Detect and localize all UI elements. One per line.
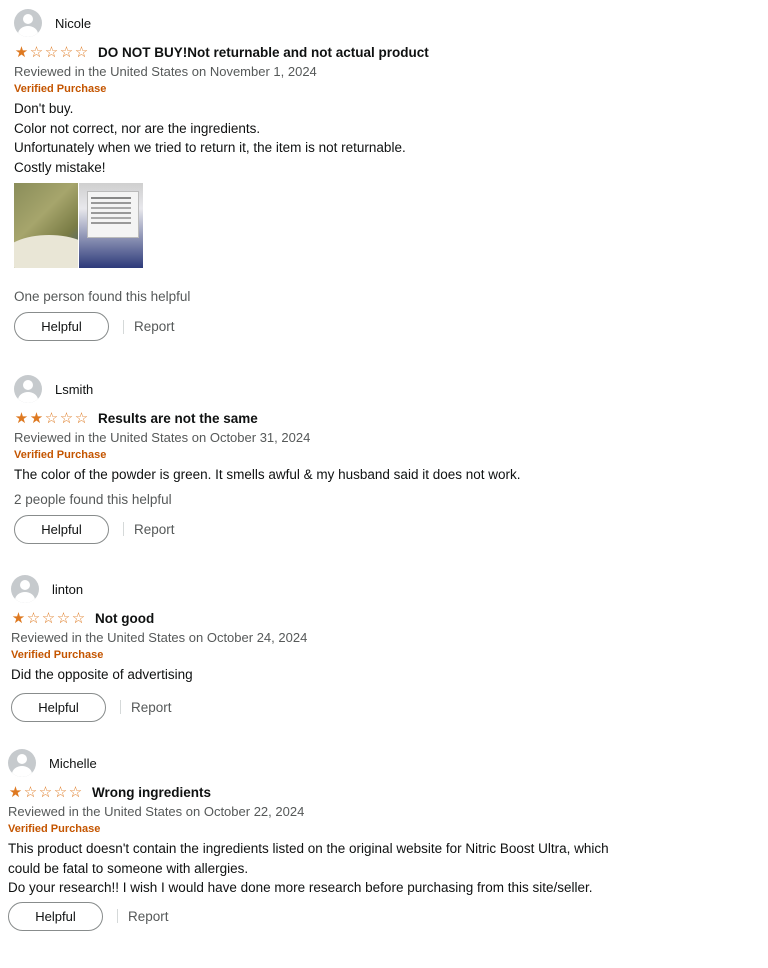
review-date: Reviewed in the United States on October…	[8, 804, 305, 819]
star-rating: ★ ☆ ☆ ☆ ☆	[11, 611, 86, 626]
review-title-row[interactable]: ★ ☆ ☆ ☆ ☆ Not good	[11, 609, 731, 627]
review-actions: Helpful Report	[11, 692, 731, 722]
reviewer-name: Michelle	[49, 755, 97, 771]
review-actions: Helpful Report	[8, 901, 728, 931]
star-empty-icon: ☆	[68, 783, 83, 801]
review-title[interactable]: DO NOT BUY!Not returnable and not actual…	[98, 45, 429, 60]
avatar	[11, 575, 39, 603]
star-empty-icon: ☆	[74, 409, 89, 427]
review-card: linton ★ ☆ ☆ ☆ ☆ Not good Reviewed in the Un…	[11, 574, 731, 722]
review-card: Michelle ★ ☆ ☆ ☆ ☆ Wrong ingredients Reviewe…	[8, 748, 728, 931]
divider	[123, 319, 124, 334]
helpful-button[interactable]: Helpful	[8, 901, 103, 931]
review-card: Nicole ★ ☆ ☆ ☆ ☆ DO NOT BUY!Not returnable a…	[14, 8, 734, 341]
review-title-row[interactable]: ★ ☆ ☆ ☆ ☆ DO NOT BUY!Not returnable and not …	[14, 43, 734, 61]
star-empty-icon: ☆	[71, 609, 86, 627]
review-body-line: This product doesn't contain the ingredi…	[8, 841, 609, 856]
star-empty-icon: ☆	[29, 43, 44, 61]
reviewer-name: linton	[52, 581, 84, 597]
review-title[interactable]: Wrong ingredients	[92, 785, 211, 800]
reviewer-name: Lsmith	[55, 381, 94, 397]
verified-badge[interactable]: Verified Purchase	[8, 823, 728, 835]
helpful-count: 2 people found this helpful	[14, 491, 172, 507]
star-empty-icon: ☆	[26, 609, 41, 627]
reviewer-profile[interactable]: linton	[11, 574, 731, 604]
star-filled-icon: ★	[14, 409, 29, 427]
star-filled-icon: ★	[29, 409, 44, 427]
review-body: The color of the powder is green. It sme…	[14, 465, 734, 485]
verified-badge[interactable]: Verified Purchase	[14, 83, 734, 95]
review-title[interactable]: Results are not the same	[98, 411, 258, 426]
review-actions: Helpful Report	[14, 312, 734, 341]
review-body-line: could be fatal to someone with allergies…	[8, 860, 249, 876]
star-empty-icon: ☆	[38, 783, 53, 801]
star-empty-icon: ☆	[53, 783, 68, 801]
review-body-line: The color of the powder is green. It sme…	[14, 467, 521, 482]
star-empty-icon: ☆	[59, 43, 74, 61]
star-rating: ★ ☆ ☆ ☆ ☆	[8, 785, 83, 800]
review-body-line: Did the opposite of advertising	[11, 667, 193, 682]
review-body-line: Costly mistake!	[14, 159, 106, 175]
star-empty-icon: ☆	[56, 609, 71, 627]
star-empty-icon: ☆	[41, 609, 56, 627]
verified-badge[interactable]: Verified Purchase	[14, 449, 734, 461]
review-title-row[interactable]: ★ ☆ ☆ ☆ ☆ Wrong ingredients	[8, 783, 728, 801]
star-empty-icon: ☆	[74, 43, 89, 61]
review-actions: Helpful Report	[14, 514, 734, 544]
reviewer-profile[interactable]: Michelle	[8, 748, 728, 778]
avatar	[14, 9, 42, 37]
divider	[117, 909, 118, 923]
review-body: Don't buy. Color not correct, nor are th…	[14, 99, 734, 177]
review-card: Lsmith ★ ★ ☆ ☆ ☆ Results are not the same Re…	[14, 374, 734, 544]
review-image-thumbnail[interactable]	[79, 183, 143, 268]
star-filled-icon: ★	[14, 43, 29, 61]
star-rating: ★ ☆ ☆ ☆ ☆	[14, 45, 89, 60]
divider	[120, 700, 121, 714]
star-filled-icon: ★	[11, 609, 26, 627]
divider	[123, 522, 124, 536]
report-link[interactable]: Report	[131, 700, 172, 715]
review-date: Reviewed in the United States on Novembe…	[14, 64, 317, 79]
avatar	[8, 749, 36, 777]
review-title-row[interactable]: ★ ★ ☆ ☆ ☆ Results are not the same	[14, 409, 734, 427]
star-empty-icon: ☆	[44, 409, 59, 427]
helpful-button[interactable]: Helpful	[14, 514, 109, 544]
review-image-thumbnail[interactable]	[14, 183, 78, 268]
review-date: Reviewed in the United States on October…	[14, 430, 311, 445]
star-filled-icon: ★	[8, 783, 23, 801]
review-body-line: Color not correct, nor are the ingredien…	[14, 120, 261, 136]
report-link[interactable]: Report	[128, 909, 169, 924]
review-images	[14, 183, 734, 268]
review-body-line: Do your research!! I wish I would have d…	[8, 880, 593, 895]
reviewer-profile[interactable]: Nicole	[14, 8, 734, 38]
star-empty-icon: ☆	[23, 783, 38, 801]
review-title[interactable]: Not good	[95, 611, 154, 626]
helpful-count: One person found this helpful	[14, 289, 191, 304]
review-body: This product doesn't contain the ingredi…	[8, 839, 728, 898]
verified-badge[interactable]: Verified Purchase	[11, 649, 731, 661]
report-link[interactable]: Report	[134, 319, 175, 334]
review-body: Did the opposite of advertising	[11, 665, 731, 685]
review-body-line: Unfortunately when we tried to return it…	[14, 140, 406, 155]
review-date: Reviewed in the United States on October…	[11, 630, 308, 645]
star-empty-icon: ☆	[44, 43, 59, 61]
reviewer-name: Nicole	[55, 15, 92, 31]
star-rating: ★ ★ ☆ ☆ ☆	[14, 411, 89, 426]
avatar	[14, 375, 42, 403]
helpful-button[interactable]: Helpful	[11, 692, 106, 722]
helpful-button[interactable]: Helpful	[14, 312, 109, 341]
star-empty-icon: ☆	[59, 409, 74, 427]
reviewer-profile[interactable]: Lsmith	[14, 374, 734, 404]
review-body-line: Don't buy.	[14, 101, 74, 116]
report-link[interactable]: Report	[134, 522, 175, 537]
